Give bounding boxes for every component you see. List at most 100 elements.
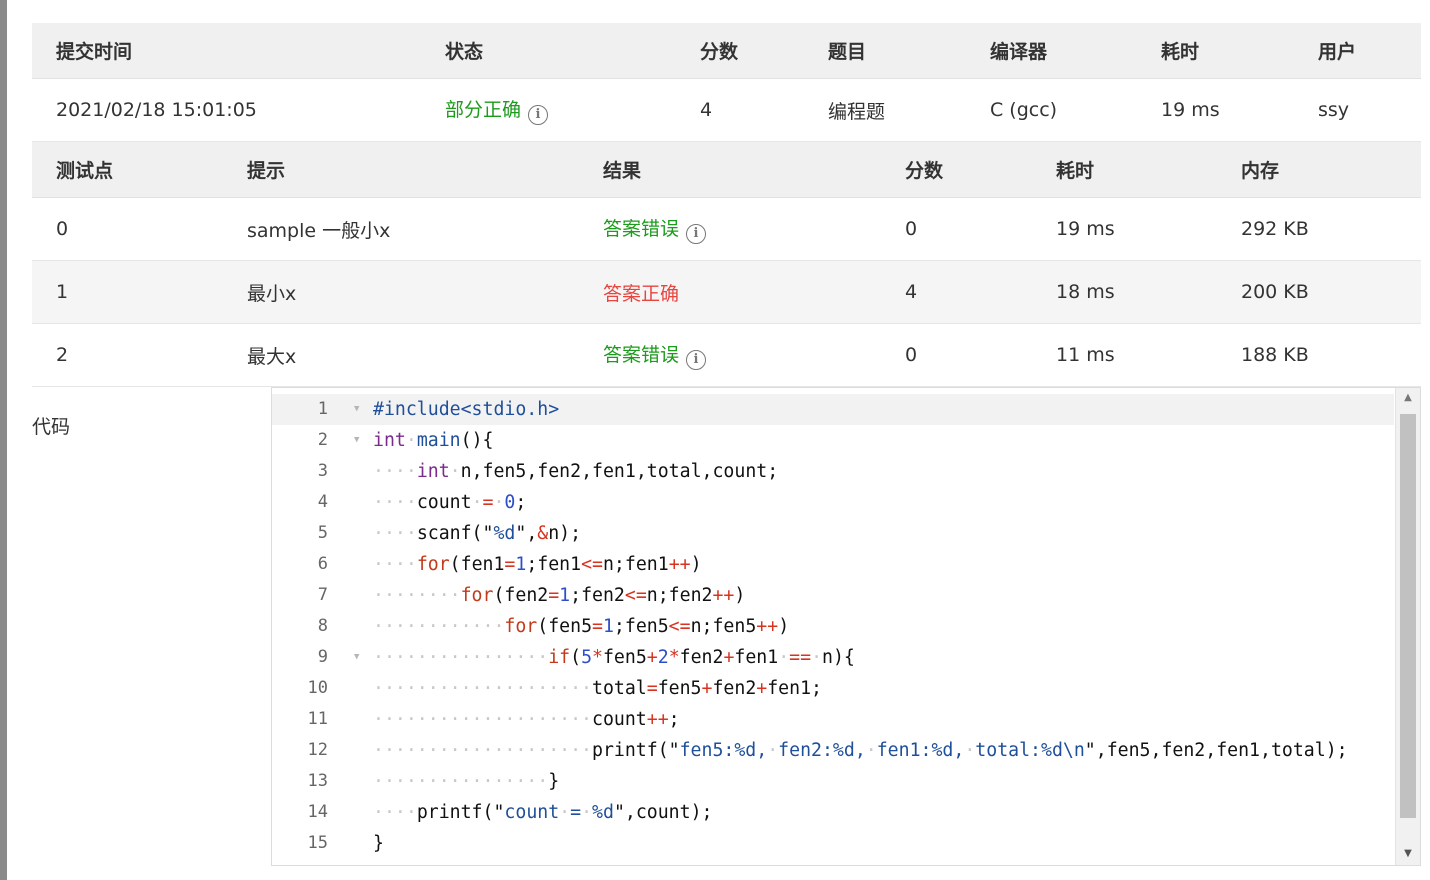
testcase-result-cell: 答案正确 bbox=[579, 260, 881, 324]
problem[interactable]: 编程题 bbox=[804, 78, 966, 142]
testcase-time: 11 ms bbox=[1032, 323, 1217, 387]
fold-toggle-icon[interactable]: ▼ bbox=[354, 394, 359, 425]
code-line[interactable]: 11 ····················count++; bbox=[272, 704, 1394, 735]
window-left-edge bbox=[0, 0, 7, 880]
testcase-hint: 最小x bbox=[223, 260, 579, 324]
testcase-id: 2 bbox=[32, 323, 223, 387]
code-text: ····················total=fen5+fen2+fen1… bbox=[373, 678, 822, 699]
code-text: ····printf("count·=·%d",count); bbox=[373, 802, 713, 823]
line-number: 13 bbox=[307, 771, 328, 791]
code-line[interactable]: 10 ····················total=fen5+fen2+fe… bbox=[272, 673, 1394, 704]
submission-table: 提交时间 状态 分数 题目 编译器 耗时 用户 2021/02/18 15:01… bbox=[32, 23, 1421, 142]
code-line[interactable]: 4 ····count·=·0; bbox=[272, 487, 1394, 518]
code-text: int·main(){ bbox=[373, 430, 494, 451]
col-testcase: 测试点 bbox=[32, 142, 223, 198]
testcase-row: 1 最小x 答案正确 4 18 ms 200 KB bbox=[32, 260, 1421, 324]
vertical-scrollbar[interactable]: ▲ ▼ bbox=[1395, 388, 1420, 865]
code-text: ····scanf("%d",&n); bbox=[373, 523, 582, 544]
testcase-hint: sample 一般小x bbox=[223, 197, 579, 261]
testcase-row: 2 最大x 答案错误 i 0 11 ms 188 KB bbox=[32, 323, 1421, 387]
line-number: 4 bbox=[317, 492, 328, 512]
testcase-score: 0 bbox=[881, 323, 1032, 387]
submit-time: 2021/02/18 15:01:05 bbox=[32, 78, 421, 142]
code-line[interactable]: 2 ▼ int·main(){ bbox=[272, 425, 1394, 456]
submission-header-row: 提交时间 状态 分数 题目 编译器 耗时 用户 bbox=[32, 23, 1421, 79]
testcase-id: 1 bbox=[32, 260, 223, 324]
code-text: ················} bbox=[373, 771, 560, 792]
testcase-result[interactable]: 答案错误 bbox=[603, 344, 679, 366]
code-line[interactable]: 6 ····for(fen1=1;fen1<=n;fen1++) bbox=[272, 549, 1394, 580]
code-line[interactable]: 15} bbox=[272, 828, 1394, 859]
status-cell: 部分正确 i bbox=[421, 78, 676, 142]
code-line[interactable]: 12 ····················printf("fen5:%d,·f… bbox=[272, 735, 1394, 766]
code-line[interactable]: 7 ········for(fen2=1;fen2<=n;fen2++) bbox=[272, 580, 1394, 611]
elapsed: 19 ms bbox=[1137, 78, 1294, 142]
line-number: 11 bbox=[307, 709, 328, 729]
scroll-down-arrow-icon[interactable]: ▼ bbox=[1396, 848, 1420, 859]
testcase-time: 19 ms bbox=[1032, 197, 1217, 261]
col-problem: 题目 bbox=[804, 23, 966, 79]
scrollbar-thumb[interactable] bbox=[1400, 414, 1416, 818]
code-text: ····for(fen1=1;fen1<=n;fen1++) bbox=[373, 554, 702, 575]
testcase-memory: 188 KB bbox=[1217, 323, 1421, 387]
line-number: 10 bbox=[307, 678, 328, 698]
line-number: 1 bbox=[317, 399, 328, 419]
line-number: 3 bbox=[317, 461, 328, 481]
code-label: 代码 bbox=[32, 416, 71, 438]
status-text[interactable]: 部分正确 bbox=[445, 99, 521, 121]
code-editor[interactable]: 1 ▼ #include<stdio.h> 2 ▼ int·main(){3 ····int… bbox=[271, 387, 1421, 866]
code-text: ····················printf("fen5:%d,·fen… bbox=[373, 740, 1348, 761]
testcase-time: 18 ms bbox=[1032, 260, 1217, 324]
code-line[interactable]: 9 ▼ ················if(5*fen5+2*fen2+fen1·… bbox=[272, 642, 1394, 673]
code-line[interactable]: 3 ····int·n,fen5,fen2,fen1,total,count; bbox=[272, 456, 1394, 487]
col-elapsed: 耗时 bbox=[1137, 23, 1294, 79]
testcase-id: 0 bbox=[32, 197, 223, 261]
line-number: 9 bbox=[317, 647, 328, 667]
score: 4 bbox=[676, 78, 804, 142]
submission-row: 2021/02/18 15:01:05 部分正确 i 4 编程题 C (gcc) … bbox=[32, 78, 1421, 142]
line-number: 14 bbox=[307, 802, 328, 822]
line-number: 6 bbox=[317, 554, 328, 574]
fold-toggle-icon[interactable]: ▼ bbox=[354, 642, 359, 673]
col-tc-score: 分数 bbox=[881, 142, 1032, 198]
col-hint: 提示 bbox=[223, 142, 579, 198]
col-memory: 内存 bbox=[1217, 142, 1421, 198]
testcase-hint: 最大x bbox=[223, 323, 579, 387]
testcase-table: 测试点 提示 结果 分数 耗时 内存 0 sample 一般小x 答案错误 i 0… bbox=[32, 142, 1421, 387]
testcase-header-row: 测试点 提示 结果 分数 耗时 内存 bbox=[32, 142, 1421, 198]
scroll-up-arrow-icon[interactable]: ▲ bbox=[1396, 392, 1420, 403]
line-number: 8 bbox=[317, 616, 328, 636]
code-line[interactable]: 8 ············for(fen5=1;fen5<=n;fen5++) bbox=[272, 611, 1394, 642]
code-text: #include<stdio.h> bbox=[373, 399, 560, 420]
col-user: 用户 bbox=[1294, 23, 1421, 79]
line-number: 12 bbox=[307, 740, 328, 760]
col-compiler: 编译器 bbox=[966, 23, 1137, 79]
code-text: ····················count++; bbox=[373, 709, 680, 730]
code-content[interactable]: 1 ▼ #include<stdio.h> 2 ▼ int·main(){3 ····int… bbox=[272, 394, 1394, 865]
col-status: 状态 bbox=[421, 23, 676, 79]
info-circle-icon[interactable]: i bbox=[686, 224, 707, 244]
col-score: 分数 bbox=[676, 23, 804, 79]
fold-toggle-icon[interactable]: ▼ bbox=[354, 425, 359, 456]
line-number: 5 bbox=[317, 523, 328, 543]
testcase-result: 答案正确 bbox=[603, 282, 680, 305]
code-text: ········for(fen2=1;fen2<=n;fen2++) bbox=[373, 585, 746, 606]
testcase-result-cell: 答案错误 i bbox=[579, 323, 881, 387]
testcase-score: 0 bbox=[881, 197, 1032, 261]
testcase-memory: 200 KB bbox=[1217, 260, 1421, 324]
info-circle-icon[interactable]: i bbox=[528, 105, 549, 125]
code-text: ············for(fen5=1;fen5<=n;fen5++) bbox=[373, 616, 790, 637]
line-number: 7 bbox=[317, 585, 328, 605]
testcase-row: 0 sample 一般小x 答案错误 i 0 19 ms 292 KB bbox=[32, 197, 1421, 261]
testcase-memory: 292 KB bbox=[1217, 197, 1421, 261]
code-line[interactable]: 1 ▼ #include<stdio.h> bbox=[272, 394, 1394, 425]
col-tc-time: 耗时 bbox=[1032, 142, 1217, 198]
code-line[interactable]: 13 ················} bbox=[272, 766, 1394, 797]
testcase-result[interactable]: 答案错误 bbox=[603, 218, 679, 240]
code-line[interactable]: 5 ····scanf("%d",&n); bbox=[272, 518, 1394, 549]
user[interactable]: ssy bbox=[1294, 78, 1421, 142]
code-text: ····int·n,fen5,fen2,fen1,total,count; bbox=[373, 461, 779, 482]
code-text: ····count·=·0; bbox=[373, 492, 527, 513]
info-circle-icon[interactable]: i bbox=[686, 350, 707, 370]
code-line[interactable]: 14 ····printf("count·=·%d",count); bbox=[272, 797, 1394, 828]
